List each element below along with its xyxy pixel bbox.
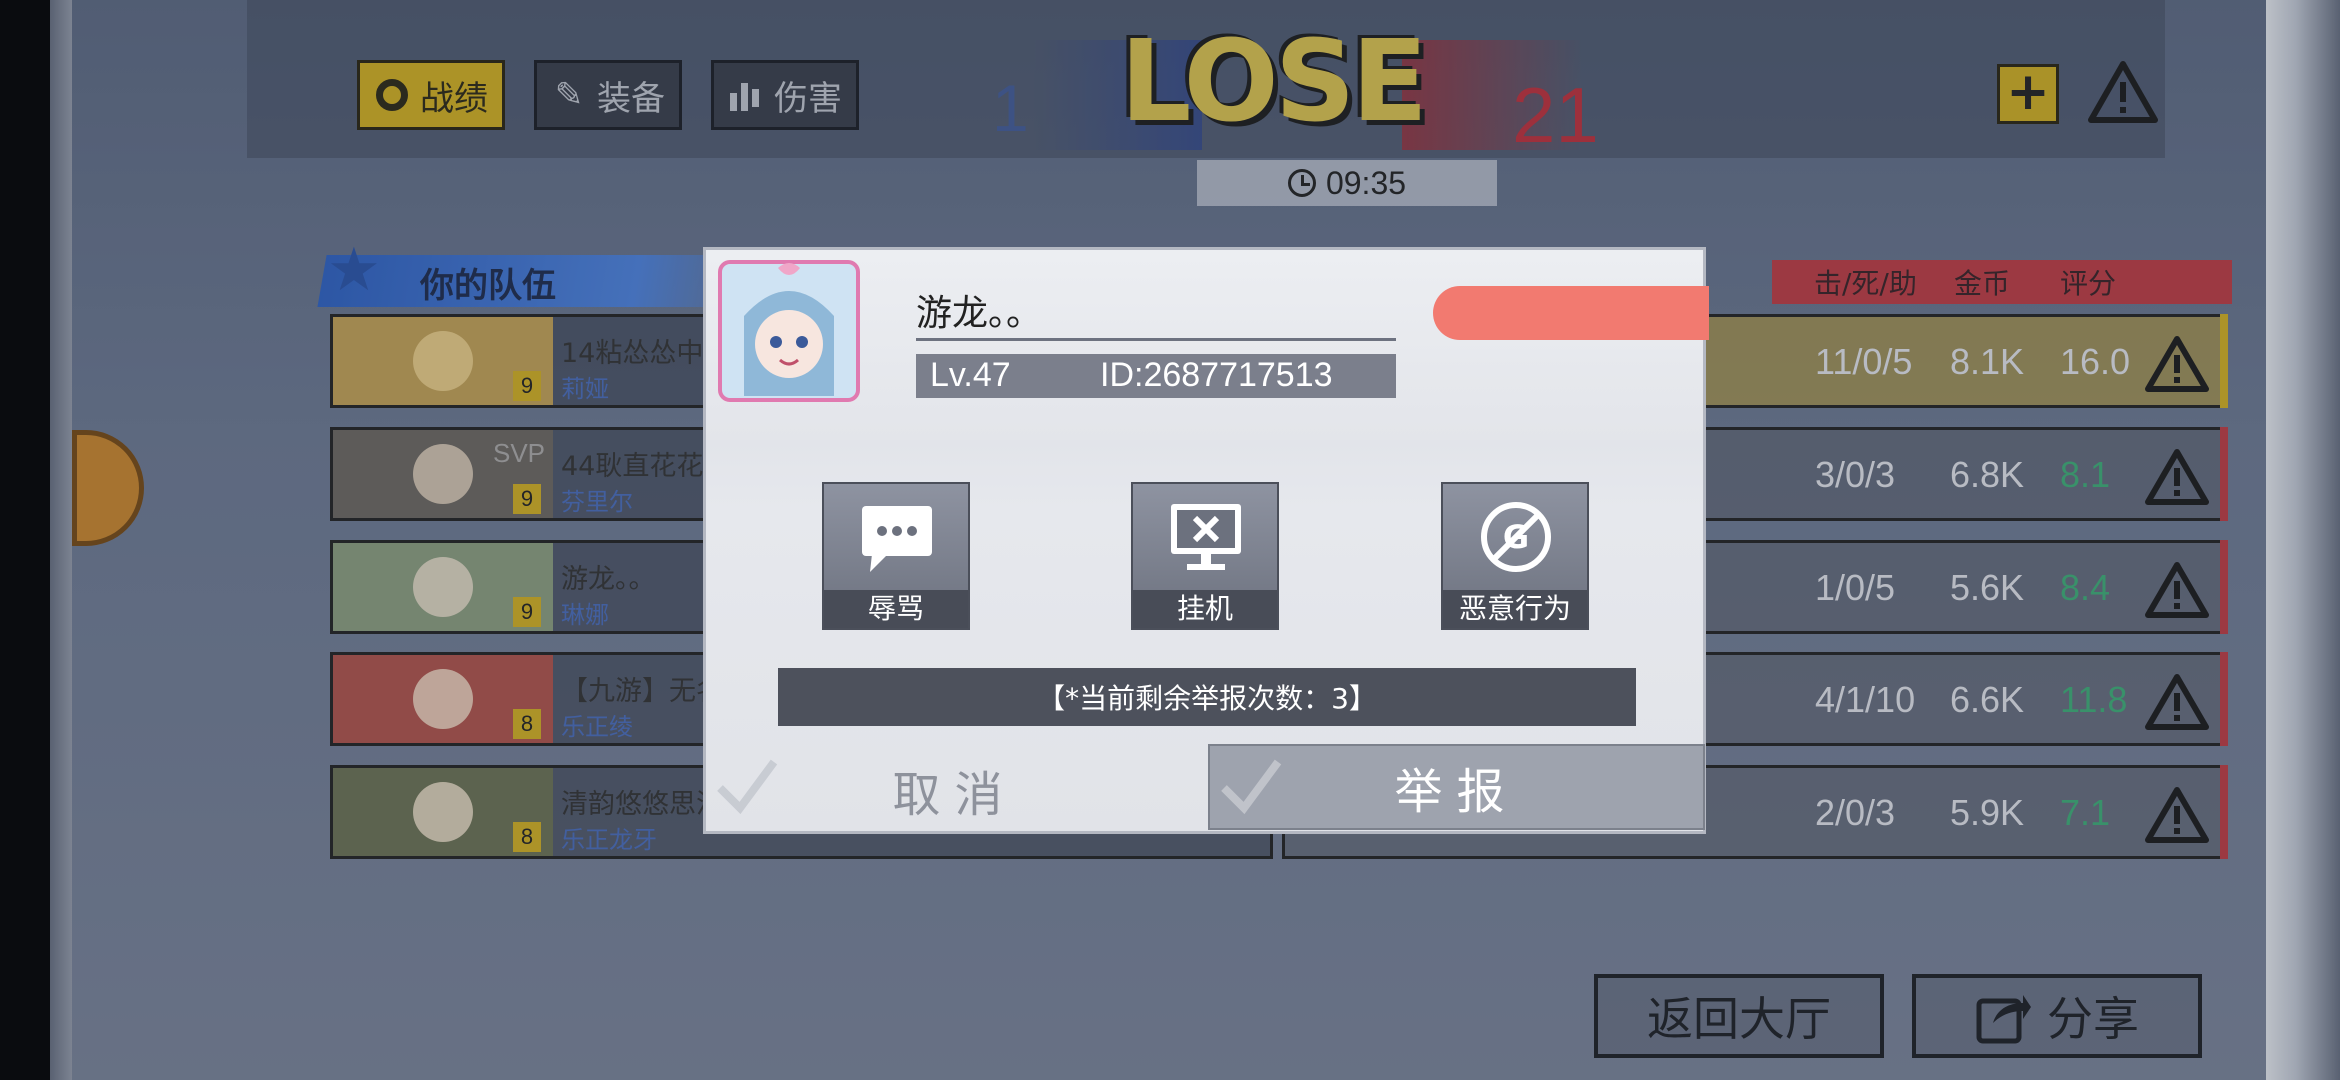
report-option-malicious[interactable]: G 恶意行为 — [1441, 482, 1589, 630]
no-gold-icon: G — [1481, 502, 1551, 572]
checkmark-icon — [1221, 759, 1282, 815]
cancel-label: 取消 — [892, 767, 1017, 823]
option-label: 恶意行为 — [1443, 590, 1587, 628]
report-confirm-button[interactable]: 举报 — [1208, 744, 1705, 830]
confirm-label: 举报 — [1394, 764, 1519, 820]
reported-player-name: 游龙。。 — [916, 293, 1043, 334]
player-avatar — [718, 260, 860, 402]
checkmark-icon — [717, 759, 778, 815]
monitor-x-icon — [1171, 504, 1241, 570]
option-label: 挂机 — [1133, 590, 1277, 628]
report-option-afk[interactable]: 挂机 — [1131, 482, 1279, 630]
player-id-bar: Lv.47 ID:2687717513 — [916, 354, 1396, 398]
player-id: ID:2687717513 — [1100, 356, 1333, 394]
remaining-reports: 【*当前剩余举报次数：3】 — [778, 668, 1636, 726]
report-option-insult[interactable]: 辱骂 — [822, 482, 970, 630]
chat-bubble-icon — [862, 506, 932, 572]
cancel-button[interactable]: 取消 — [706, 746, 1203, 834]
name-underline — [916, 338, 1396, 341]
report-dialog: 游龙。。 Lv.47 ID:2687717513 辱骂 挂机 G 恶意行为 【* — [703, 247, 1709, 834]
option-label: 辱骂 — [824, 590, 968, 628]
player-level: Lv.47 — [930, 356, 1011, 394]
status-bar — [1433, 286, 1709, 340]
